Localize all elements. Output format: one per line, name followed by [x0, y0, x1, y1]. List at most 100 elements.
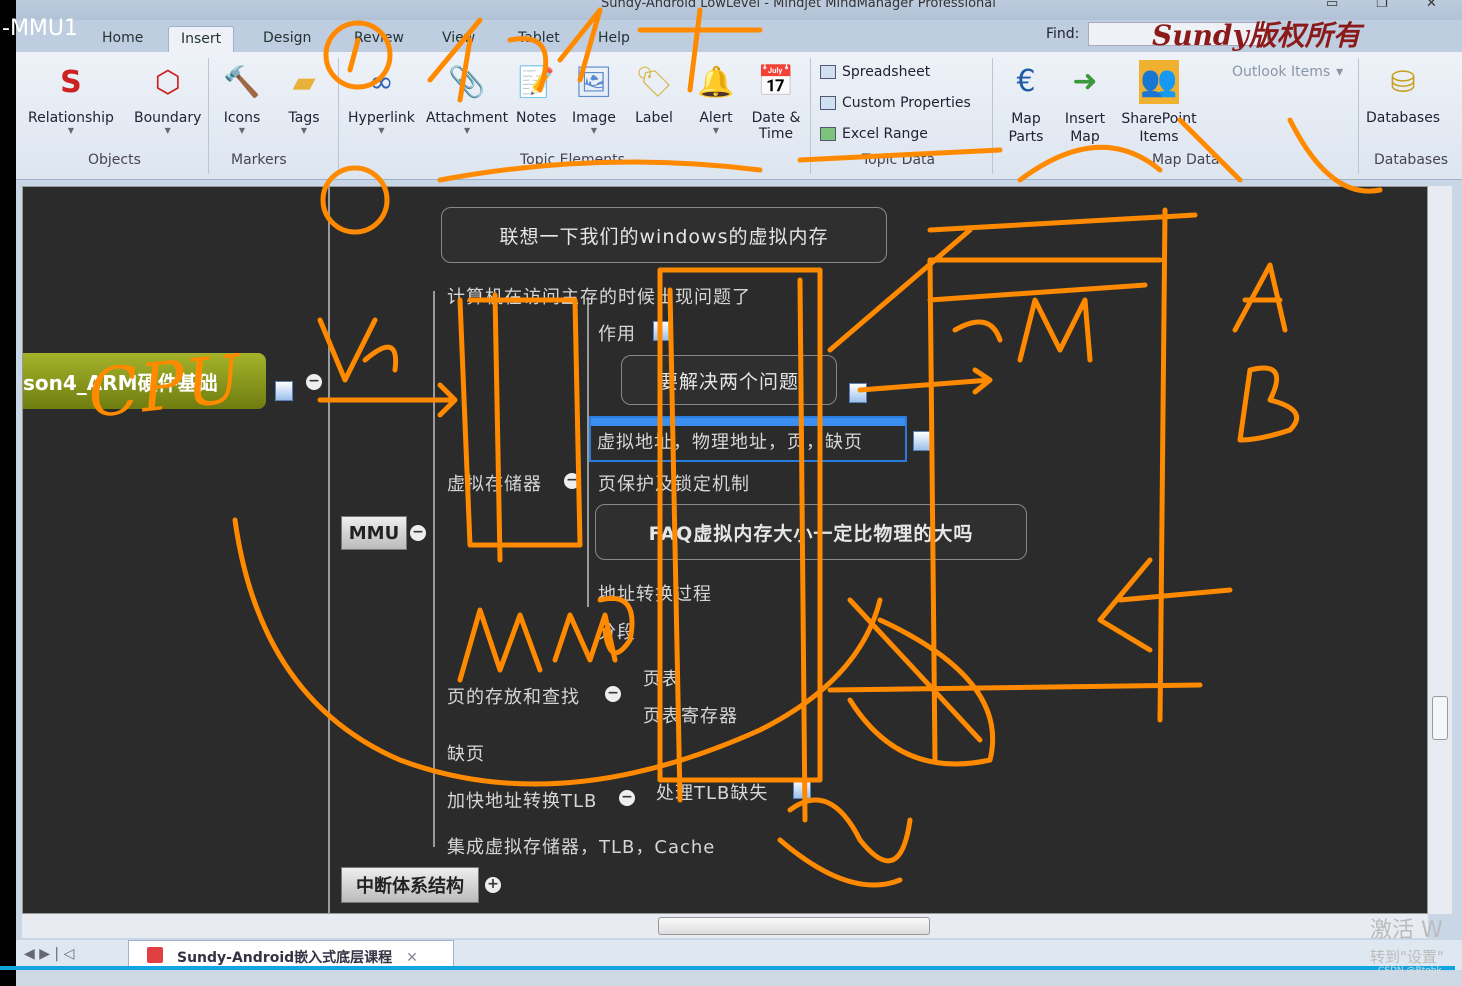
map-parts-icon: € [1016, 64, 1036, 99]
central-topic[interactable]: son4_ARM硬件基础 [23, 353, 266, 409]
vertical-scrollbar[interactable] [1428, 186, 1452, 914]
outlook-items-button[interactable]: Outlook Items ▾ [1232, 64, 1343, 80]
boundary-icon: ⬡ [154, 64, 181, 100]
map-canvas[interactable]: son4_ARM硬件基础 − 联想一下我们的windows的虚拟内存 计算机在访… [22, 186, 1428, 914]
activate-settings-text: 转到"设置" [1370, 948, 1444, 966]
expand-icon[interactable]: + [485, 877, 501, 893]
attachment-button[interactable]: 📎 Attachment ▼ [426, 60, 508, 136]
note-icon[interactable] [793, 779, 811, 799]
find-label: Find: [1046, 26, 1080, 42]
tags-button[interactable]: ▰ Tags ▼ [284, 60, 324, 136]
topic-branch5[interactable]: 加快地址转换TLB [447, 787, 597, 813]
boundary-button[interactable]: ⬡ Boundary ▼ [134, 60, 201, 136]
topic-page-table-reg[interactable]: 页表寄存器 [643, 702, 738, 728]
callout-windows[interactable]: 联想一下我们的windows的虚拟内存 [441, 207, 887, 263]
group-markers: Markers [231, 152, 287, 168]
nav-arrows-icon[interactable]: ◀ ▶ | ◁ [24, 946, 74, 962]
hyperlink-button[interactable]: ∞ Hyperlink ▼ [348, 60, 415, 136]
callout-faq[interactable]: FAQ虚拟内存大小一定比物理的大吗 [595, 504, 1027, 560]
selected-topic[interactable]: 虚拟地址，物理地址，页，缺页 [589, 416, 907, 462]
notes-icon: 📝 [517, 64, 555, 100]
bell-icon: 🔔 [697, 64, 735, 100]
tab-insert[interactable]: Insert [168, 26, 235, 52]
notes-button[interactable]: 📝 Notes [516, 60, 556, 127]
group-topic-elements: Topic Elements [520, 152, 625, 168]
note-icon[interactable] [653, 321, 671, 341]
minimize-button[interactable]: ▭ [1326, 0, 1338, 11]
topic-zuoyong[interactable]: 作用 [598, 320, 636, 346]
label-button[interactable]: 🏷 Label [634, 60, 674, 127]
topic-branch3[interactable]: 页的存放和查找 [447, 683, 580, 709]
databases-button[interactable]: ⛁ Databases [1366, 60, 1440, 127]
excel-icon [820, 127, 836, 141]
tab-view[interactable]: View [430, 26, 487, 52]
tag-icon: ▰ [292, 64, 316, 100]
topic-branch1[interactable]: 计算机在访问主存的时候出现问题了 [447, 283, 751, 309]
credit-text: CSDN @Btobk [1378, 966, 1442, 976]
watermark-text: Sundy版权所有 [1152, 19, 1361, 52]
group-topic-data: Topic Data [862, 152, 936, 168]
topic-mmu[interactable]: MMU [341, 516, 407, 550]
scroll-thumb[interactable] [658, 917, 930, 935]
topic-addr-trans[interactable]: 地址转换过程 [598, 580, 712, 606]
app-window: Sundy-Android LowLevel - Mindjet MindMan… [16, 0, 1462, 986]
spreadsheet-button[interactable]: Spreadsheet [820, 64, 930, 80]
note-icon[interactable] [275, 381, 293, 401]
icons-icon: 🔨 [223, 64, 261, 100]
horizontal-scrollbar[interactable] [22, 914, 1428, 938]
group-objects: Objects [88, 152, 141, 168]
excel-range-button[interactable]: Excel Range [820, 126, 928, 142]
topic-interrupt[interactable]: 中断体系结构 [341, 867, 479, 903]
topic-segment[interactable]: 分段 [598, 618, 636, 644]
sharepoint-items-button[interactable]: 👥 SharePoint Items [1116, 60, 1202, 146]
custom-properties-button[interactable]: Custom Properties [820, 95, 971, 111]
tab-tablet[interactable]: Tablet [506, 26, 572, 52]
link-icon: ∞ [368, 64, 394, 100]
insert-map-button[interactable]: ➜ Insert Map [1060, 60, 1110, 146]
collapse-icon[interactable]: − [619, 790, 635, 806]
scroll-thumb[interactable] [1432, 696, 1448, 740]
note-icon[interactable] [849, 383, 867, 403]
tab-review[interactable]: Review [342, 26, 416, 52]
status-bar [16, 972, 1462, 986]
sharepoint-icon: 👥 [1139, 60, 1179, 104]
callout-two-problems[interactable]: 要解决两个问题 [621, 355, 837, 405]
insert-map-icon: ➜ [1072, 64, 1098, 99]
database-icon: ⛁ [1390, 64, 1416, 100]
relationship-icon: S [60, 64, 82, 100]
topic-branch2[interactable]: 虚拟存储器 [447, 470, 542, 496]
topic-branch4[interactable]: 缺页 [447, 740, 485, 766]
group-databases: Databases [1374, 152, 1449, 168]
overlay-label: -MMU1 [2, 16, 79, 41]
collapse-icon[interactable]: − [605, 686, 621, 702]
tab-design[interactable]: Design [251, 26, 323, 52]
window-title: Sundy-Android LowLevel - Mindjet MindMan… [601, 0, 996, 11]
date-time-button[interactable]: 📅 Date & Time [746, 60, 806, 143]
icons-button[interactable]: 🔨 Icons ▼ [222, 60, 262, 136]
map-parts-button[interactable]: € Map Parts [1002, 60, 1050, 146]
tab-help[interactable]: Help [586, 26, 642, 52]
collapse-icon[interactable]: − [410, 525, 426, 541]
maximize-button[interactable]: ❐ [1376, 0, 1388, 11]
close-button[interactable]: ✕ [1426, 0, 1437, 11]
group-map-data: Map Data [1152, 152, 1220, 168]
label-icon: 🏷 [634, 64, 674, 100]
document-icon [147, 947, 163, 963]
spreadsheet-icon [820, 65, 836, 79]
collapse-icon[interactable]: − [306, 374, 322, 390]
topic-page-table[interactable]: 页表 [643, 665, 681, 691]
relationship-button[interactable]: S Relationship ▼ [28, 60, 114, 136]
topic-tlb-miss[interactable]: 处理TLB缺失 [656, 779, 768, 805]
note-icon[interactable] [913, 431, 931, 451]
image-button[interactable]: 🖼 Image ▼ [572, 60, 616, 136]
ribbon: S Relationship ▼ ⬡ Boundary ▼ Objects 🔨 Icons… [16, 52, 1462, 180]
alert-button[interactable]: 🔔 Alert ▼ [696, 60, 736, 136]
topic-branch6[interactable]: 集成虚拟存储器，TLB，Cache [447, 833, 715, 859]
tab-home[interactable]: Home [90, 26, 155, 52]
image-icon: 🖼 [574, 64, 613, 100]
close-tab-icon[interactable]: ✕ [406, 950, 418, 966]
topic-page-protect[interactable]: 页保护及锁定机制 [598, 470, 750, 496]
collapse-icon[interactable]: − [564, 473, 580, 489]
ribbon-tabs: Home Insert Design Review View Tablet He… [16, 19, 1462, 52]
paperclip-icon: 📎 [448, 64, 486, 100]
